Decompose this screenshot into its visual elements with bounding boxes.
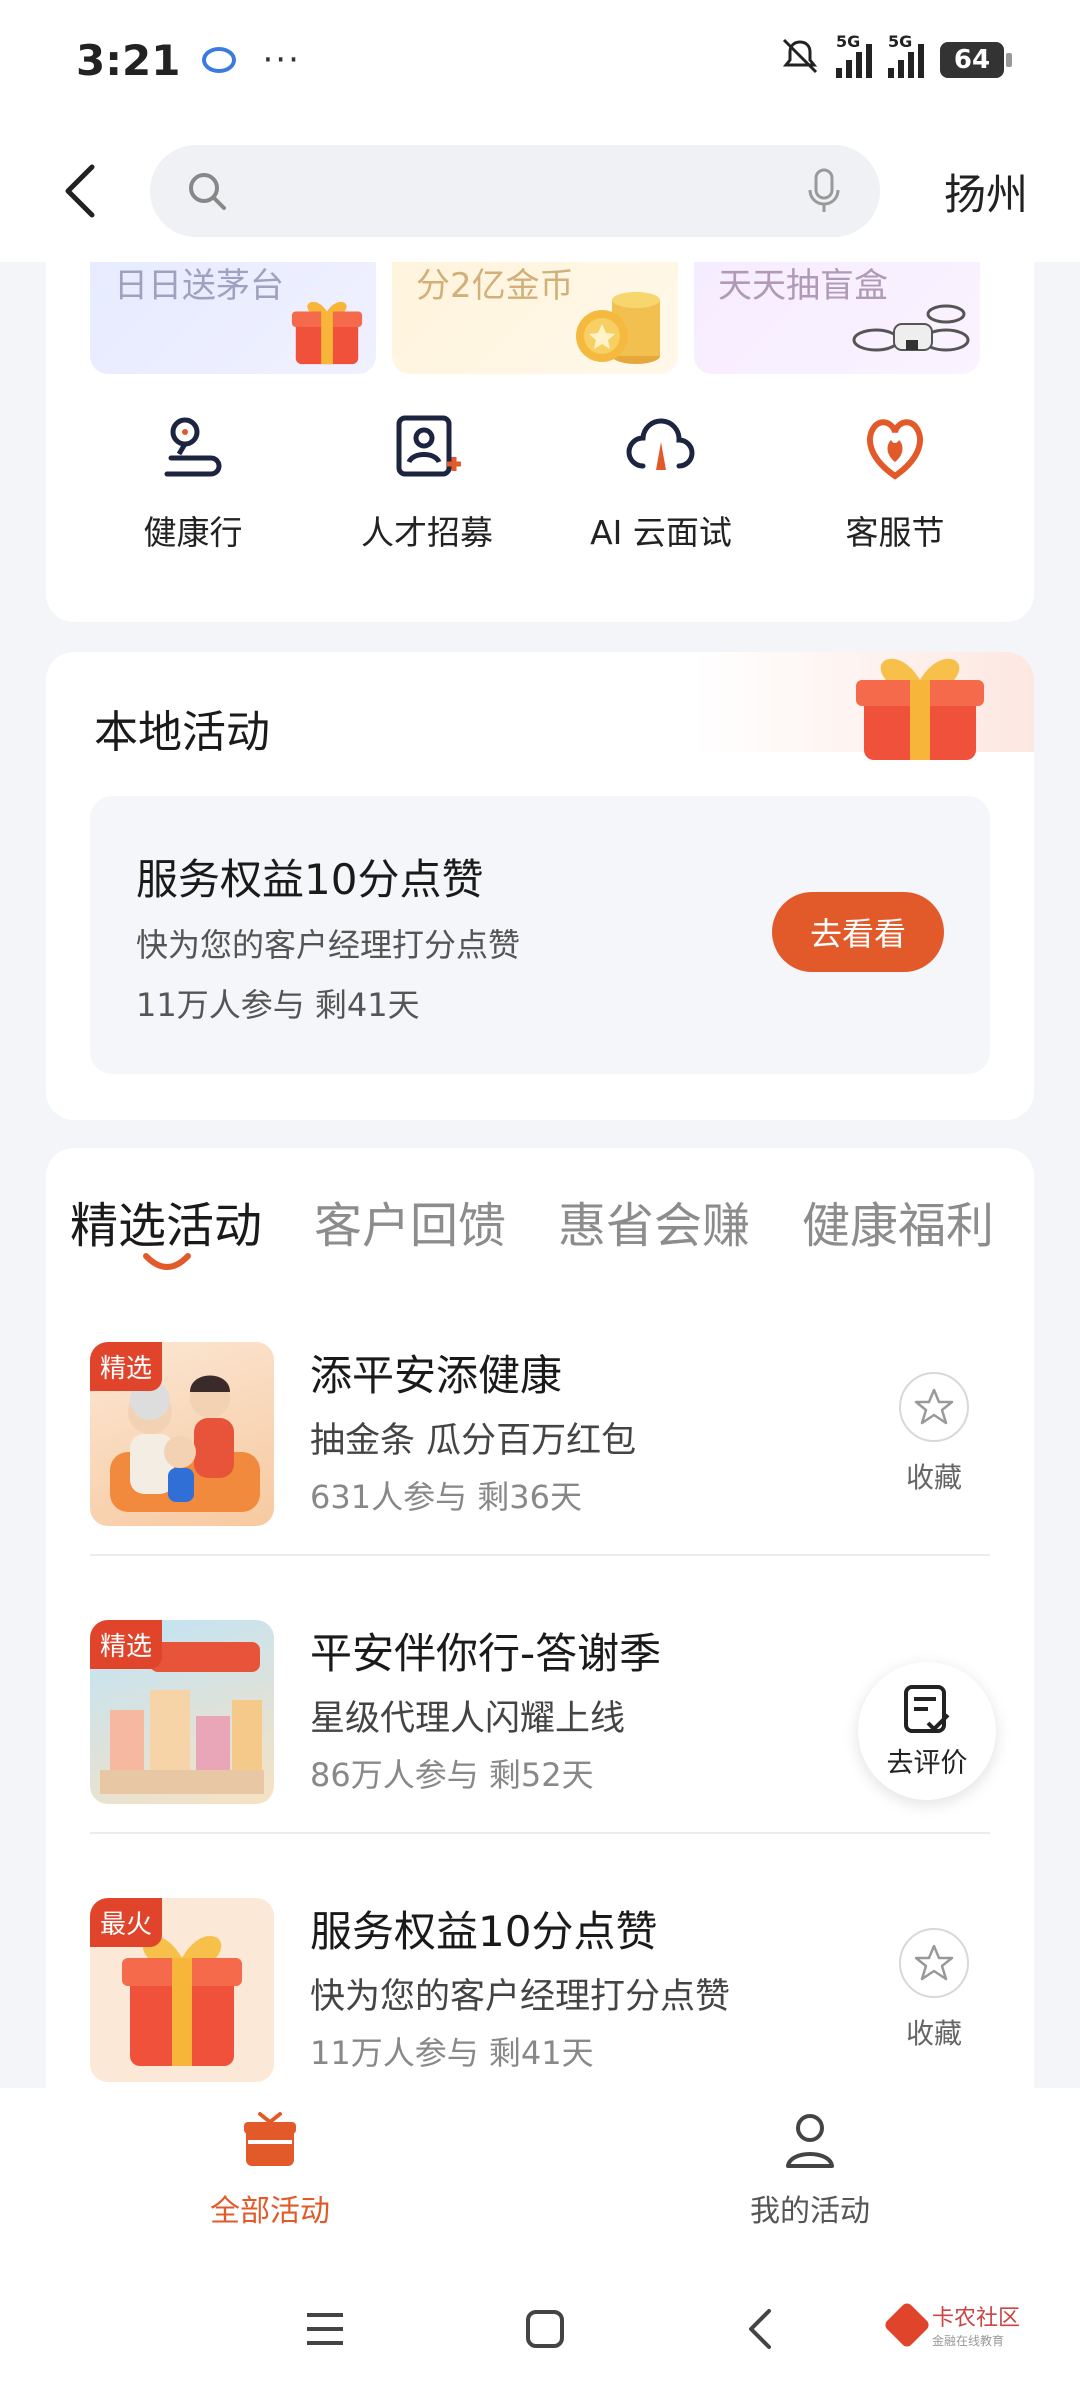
search-icon: [189, 173, 226, 210]
tab-bar: 精选活动 客户回馈 惠省会赚 健康福利: [70, 1186, 994, 1256]
local-activity-card: 本地活动 服务权益10分点赞 快为您的客户经理打分点赞 11万人参与 剩41天 …: [46, 652, 1034, 1120]
shortcut-talent[interactable]: 人才招募: [310, 412, 544, 554]
back-icon: [65, 164, 95, 218]
bottom-nav: 全部活动 我的活动: [0, 2088, 1080, 2258]
heart-flame-icon: [866, 419, 924, 480]
item-title: 服务权益10分点赞: [310, 1907, 658, 1956]
signal-icon-2: 5G: [888, 32, 924, 78]
shortcut-row: 健康行 人才招募 AI 云面试 客服节: [46, 412, 1034, 554]
family-thumbnail: 精选: [90, 1342, 274, 1526]
local-activity-item[interactable]: 服务权益10分点赞 快为您的客户经理打分点赞 11万人参与 剩41天 去看看: [90, 796, 990, 1074]
watermark: 卡农社区 金融在线教育: [882, 2300, 1020, 2349]
review-float-button[interactable]: 去评价: [858, 1662, 996, 1800]
mute-icon: [780, 38, 820, 83]
activity-title: 服务权益10分点赞: [136, 855, 484, 904]
search-input[interactable]: [246, 171, 804, 211]
header: 扬州: [0, 120, 1080, 262]
activity-subtitle: 快为您的客户经理打分点赞: [136, 926, 521, 964]
drone-icon: [852, 304, 970, 352]
nav-my-activities[interactable]: 我的活动: [540, 2088, 1080, 2258]
favorite-button[interactable]: 收藏: [894, 1928, 974, 2052]
tab-customer-rewards[interactable]: 客户回馈: [314, 1186, 506, 1256]
item-title: 添平安添健康: [310, 1351, 563, 1400]
gift-thumbnail: 最火: [90, 1898, 274, 2082]
status-icons: 5G 5G 64: [780, 32, 1012, 83]
home-icon[interactable]: [525, 2309, 565, 2349]
badge: 精选: [90, 1620, 163, 1669]
divider: [90, 1832, 990, 1834]
tab-indicator: [143, 1253, 191, 1270]
item-meta: 631人参与 剩36天: [310, 1478, 582, 1516]
coins-icon: [576, 292, 660, 364]
tab-health-benefits[interactable]: 健康福利: [802, 1186, 994, 1256]
badge: 最火: [90, 1898, 163, 1947]
promo-banner-coins[interactable]: 分2亿金币: [392, 262, 678, 374]
more-notifications-icon: ···: [262, 40, 301, 80]
section-title: 本地活动: [94, 707, 270, 758]
shortcut-health-walk[interactable]: 健康行: [76, 412, 310, 554]
list-item[interactable]: 最火 服务权益10分点赞 快为您的客户经理打分点赞 11万人参与 剩41天 收藏: [90, 1858, 990, 2088]
nav-all-activities[interactable]: 全部活动: [0, 2088, 540, 2258]
activity-meta: 11万人参与 剩41天: [136, 986, 420, 1024]
user-icon: [786, 2114, 834, 2168]
search-bar[interactable]: [150, 145, 880, 237]
message-icon: [202, 47, 237, 73]
item-meta: 86万人参与 剩52天: [310, 1756, 594, 1794]
promo-banner-maotai[interactable]: 日日送茅台: [90, 262, 376, 374]
city-selector[interactable]: 扬州: [944, 161, 1028, 222]
view-button[interactable]: 去看看: [772, 892, 944, 972]
item-title: 平安伴你行-答谢季: [310, 1629, 662, 1678]
signal-icon: 5G: [836, 32, 872, 78]
microphone-icon[interactable]: [804, 166, 844, 216]
activity-list-card: 精选活动 客户回馈 惠省会赚 健康福利 精选 添平安添健康 抽金条 瓜分百万红包…: [46, 1148, 1034, 2088]
gift-icon: [291, 301, 363, 365]
menu-icon[interactable]: [305, 2311, 345, 2347]
divider: [90, 1554, 990, 1556]
promo-label: 日日送茅台: [114, 266, 284, 306]
shortcut-ai-interview[interactable]: AI 云面试: [544, 412, 778, 554]
gift-box-icon: [244, 2112, 296, 2166]
location-path-icon: [164, 417, 222, 477]
user-add-icon: [396, 415, 461, 477]
tab-featured[interactable]: 精选活动: [70, 1186, 262, 1256]
status-bar: 3:21 ··· 5G 5G 64: [0, 0, 1080, 120]
battery-icon: 64: [940, 42, 1012, 78]
review-icon: [904, 1684, 950, 1733]
badge: 精选: [90, 1342, 163, 1391]
gift-icon: [856, 658, 984, 760]
item-meta: 11万人参与 剩41天: [310, 2034, 594, 2072]
shortcut-service-festival[interactable]: 客服节: [778, 412, 1012, 554]
city-thumbnail: 精选: [90, 1620, 274, 1804]
watermark-logo: [882, 2300, 932, 2349]
favorite-button[interactable]: 收藏: [894, 1372, 974, 1496]
status-time: 3:21: [76, 35, 181, 85]
quick-entry-card: 日日送茅台 分2亿金币 天天抽盲盒 健康行 人才招募 AI 云面试 客服节: [46, 262, 1034, 622]
cloud-icon: [626, 418, 695, 470]
item-subtitle: 抽金条 瓜分百万红包: [310, 1421, 637, 1461]
tab-save-earn[interactable]: 惠省会赚: [558, 1186, 750, 1256]
promo-row: 日日送茅台 分2亿金币 天天抽盲盒: [90, 262, 990, 374]
back-nav-icon[interactable]: [745, 2307, 775, 2351]
item-subtitle: 快为您的客户经理打分点赞: [310, 1977, 731, 2017]
back-button[interactable]: [40, 151, 120, 231]
item-subtitle: 星级代理人闪耀上线: [310, 1699, 626, 1739]
promo-banner-blindbox[interactable]: 天天抽盲盒: [694, 262, 980, 374]
star-icon: [914, 1388, 954, 1425]
list-item[interactable]: 精选 添平安添健康 抽金条 瓜分百万红包 631人参与 剩36天 收藏: [90, 1302, 990, 1580]
star-icon: [914, 1944, 954, 1981]
list-item[interactable]: 精选 平安伴你行-答谢季 星级代理人闪耀上线 86万人参与 剩52天: [90, 1580, 990, 1858]
promo-label: 分2亿金币: [416, 266, 574, 306]
